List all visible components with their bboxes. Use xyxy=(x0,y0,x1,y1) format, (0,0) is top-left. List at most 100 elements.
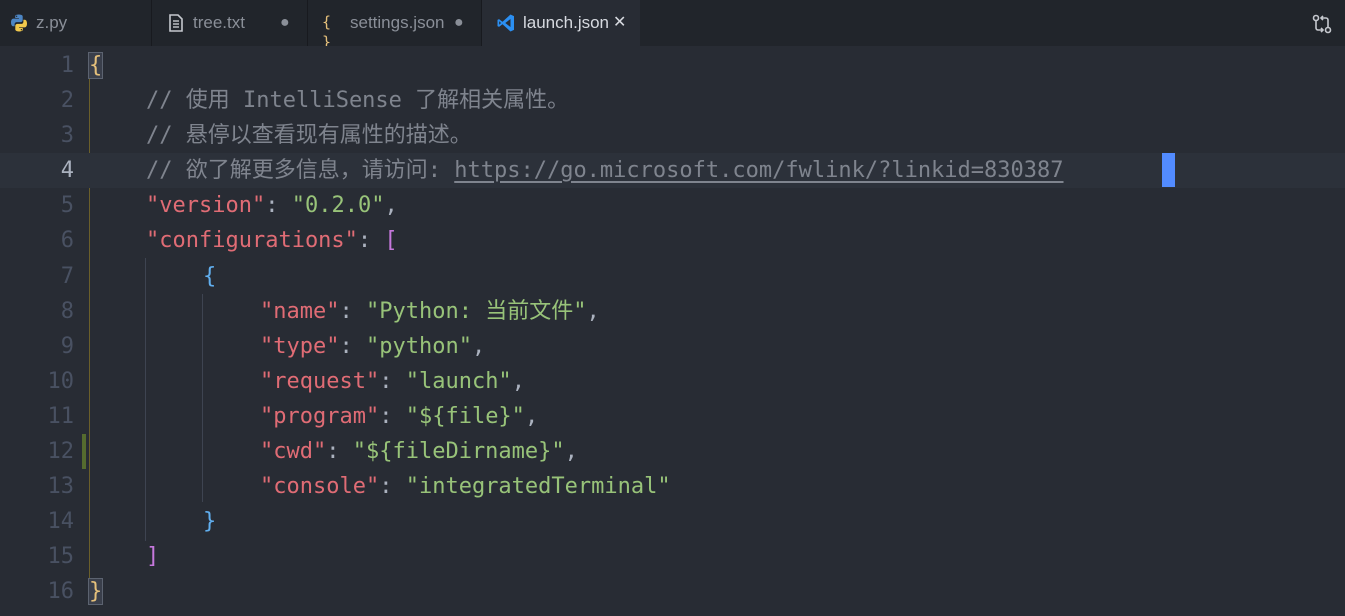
comment: // 欲了解更多信息，请访问: xyxy=(146,158,455,183)
line-number: 6 xyxy=(60,228,74,253)
json-key: "version" xyxy=(146,193,266,218)
line-number: 8 xyxy=(60,299,74,324)
json-string: "integratedTerminal" xyxy=(405,474,671,499)
json-key: "program" xyxy=(260,404,380,429)
comma: , xyxy=(471,334,486,359)
code-line: 2 // 使用 IntelliSense 了解相关属性。 xyxy=(0,83,1345,118)
code-text: ] xyxy=(146,539,159,574)
close-bracket: ] xyxy=(146,544,160,569)
colon: : xyxy=(339,299,366,324)
line-number: 13 xyxy=(47,474,75,499)
code-line: 3 // 悬停以查看现有属性的描述。 xyxy=(0,118,1345,153)
comma: , xyxy=(511,369,525,394)
open-brace: { xyxy=(87,52,104,79)
code-line: 1 { xyxy=(0,48,1345,83)
code-line: 7 { xyxy=(0,259,1345,294)
line-number: 7 xyxy=(60,264,74,289)
text-cursor xyxy=(1162,153,1175,187)
line-number: 12 xyxy=(47,439,75,464)
code-text: "cwd": "${fileDirname}", xyxy=(260,434,578,469)
code-line: 12 "cwd": "${fileDirname}", xyxy=(0,434,1345,469)
code-line: 16 } xyxy=(0,574,1345,609)
text-file-icon xyxy=(166,13,186,33)
code-text: // 使用 IntelliSense 了解相关属性。 xyxy=(146,83,569,118)
python-icon xyxy=(9,13,29,33)
vscode-icon xyxy=(496,13,516,33)
line-number: 3 xyxy=(60,123,74,148)
json-key: "request" xyxy=(260,369,380,394)
code-text: "name": "Python: 当前文件", xyxy=(260,294,600,329)
colon: : xyxy=(379,404,406,429)
code-editor[interactable]: 1 { 2 // 使用 IntelliSense 了解相关属性。 3 // 悬停… xyxy=(0,46,1345,616)
json-key: "name" xyxy=(260,299,340,324)
code-line: 15 ] xyxy=(0,539,1345,574)
code-text: "request": "launch", xyxy=(260,364,525,399)
code-text: // 欲了解更多信息，请访问: https://go.microsoft.com… xyxy=(146,153,1064,188)
comma: , xyxy=(564,439,578,464)
close-icon[interactable]: ✕ xyxy=(613,12,626,32)
comma: , xyxy=(586,299,600,324)
line-number: 16 xyxy=(47,579,75,604)
code-line: 13 "console": "integratedTerminal" xyxy=(0,469,1345,504)
comment: // 悬停以查看现有属性的描述。 xyxy=(146,123,472,148)
json-key: "cwd" xyxy=(260,439,327,464)
code-text: } xyxy=(203,504,216,539)
fwlink-url[interactable]: https://go.microsoft.com/fwlink/?linkid=… xyxy=(454,158,1063,183)
json-key: "type" xyxy=(260,334,340,359)
colon: : xyxy=(326,439,353,464)
code-line: 5 "version": "0.2.0", xyxy=(0,188,1345,223)
line-number: 1 xyxy=(60,53,74,78)
open-brace: { xyxy=(203,264,217,289)
json-string: "0.2.0" xyxy=(291,193,385,218)
line-number: 4 xyxy=(60,158,74,183)
unsaved-dot-icon[interactable]: ● xyxy=(280,14,290,32)
code-line: 11 "program": "${file}", xyxy=(0,399,1345,434)
colon: : xyxy=(339,334,366,359)
tab-tree-txt[interactable]: tree.txt ● xyxy=(152,0,308,46)
json-string: "${file}" xyxy=(405,404,525,429)
tab-label: z.py xyxy=(36,13,68,32)
line-number: 15 xyxy=(47,544,75,569)
json-string: "launch" xyxy=(405,369,512,394)
line-number: 10 xyxy=(47,369,75,394)
comma: , xyxy=(524,404,539,429)
json-key: "configurations" xyxy=(146,228,358,253)
json-string: "Python: 当前文件" xyxy=(365,299,587,324)
open-bracket: [ xyxy=(384,228,398,253)
colon: : xyxy=(379,369,406,394)
line-number: 2 xyxy=(60,88,74,113)
code-text: "version": "0.2.0", xyxy=(146,188,398,223)
code-text: "console": "integratedTerminal" xyxy=(260,469,671,504)
colon: : xyxy=(265,193,292,218)
code-text: } xyxy=(87,574,104,609)
tab-z-py[interactable]: z.py xyxy=(0,0,152,46)
colon: : xyxy=(357,228,385,253)
code-text: // 悬停以查看现有属性的描述。 xyxy=(146,118,472,153)
json-key: "console" xyxy=(260,474,380,499)
tab-label: settings.json xyxy=(350,13,445,32)
json-braces-icon: { } xyxy=(322,13,332,51)
tab-label: launch.json xyxy=(523,13,610,32)
tab-launch-json[interactable]: launch.json ✕ xyxy=(482,0,640,46)
code-text: { xyxy=(87,48,104,83)
json-string: "python" xyxy=(365,334,472,359)
code-line: 14 } xyxy=(0,504,1345,539)
unsaved-dot-icon[interactable]: ● xyxy=(454,14,464,32)
line-number: 9 xyxy=(60,334,74,359)
code-text: "program": "${file}", xyxy=(260,399,538,434)
close-brace: } xyxy=(87,578,104,605)
colon: : xyxy=(379,474,406,499)
json-string: "${fileDirname}" xyxy=(352,439,565,464)
line-number: 11 xyxy=(47,404,75,429)
line-number: 14 xyxy=(47,509,75,534)
tab-settings-json[interactable]: { } settings.json ● xyxy=(308,0,482,51)
tab-label: tree.txt xyxy=(193,13,245,32)
compare-changes-icon[interactable] xyxy=(1311,13,1333,35)
code-line: 10 "request": "launch", xyxy=(0,364,1345,399)
line-number: 5 xyxy=(60,193,74,218)
code-text: "configurations": [ xyxy=(146,223,398,258)
comma: , xyxy=(384,193,398,218)
close-brace: } xyxy=(203,509,217,534)
comment: // 使用 IntelliSense 了解相关属性。 xyxy=(146,88,570,113)
code-line: 8 "name": "Python: 当前文件", xyxy=(0,294,1345,329)
